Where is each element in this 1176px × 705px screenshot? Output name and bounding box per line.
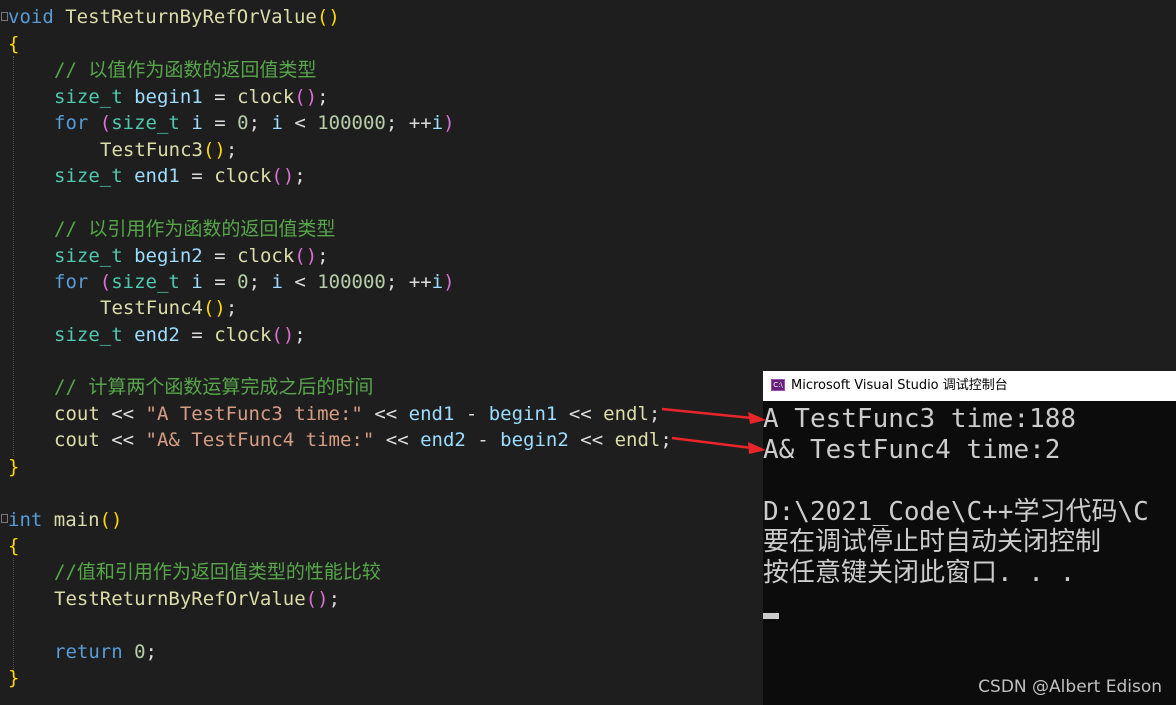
annotation-arrow — [661, 407, 753, 420]
arrow-head — [748, 442, 766, 454]
annotation-arrow — [671, 436, 753, 450]
arrow-head — [748, 412, 766, 424]
watermark: CSDN @Albert Edison — [978, 677, 1162, 697]
annotation-arrows — [661, 407, 766, 454]
